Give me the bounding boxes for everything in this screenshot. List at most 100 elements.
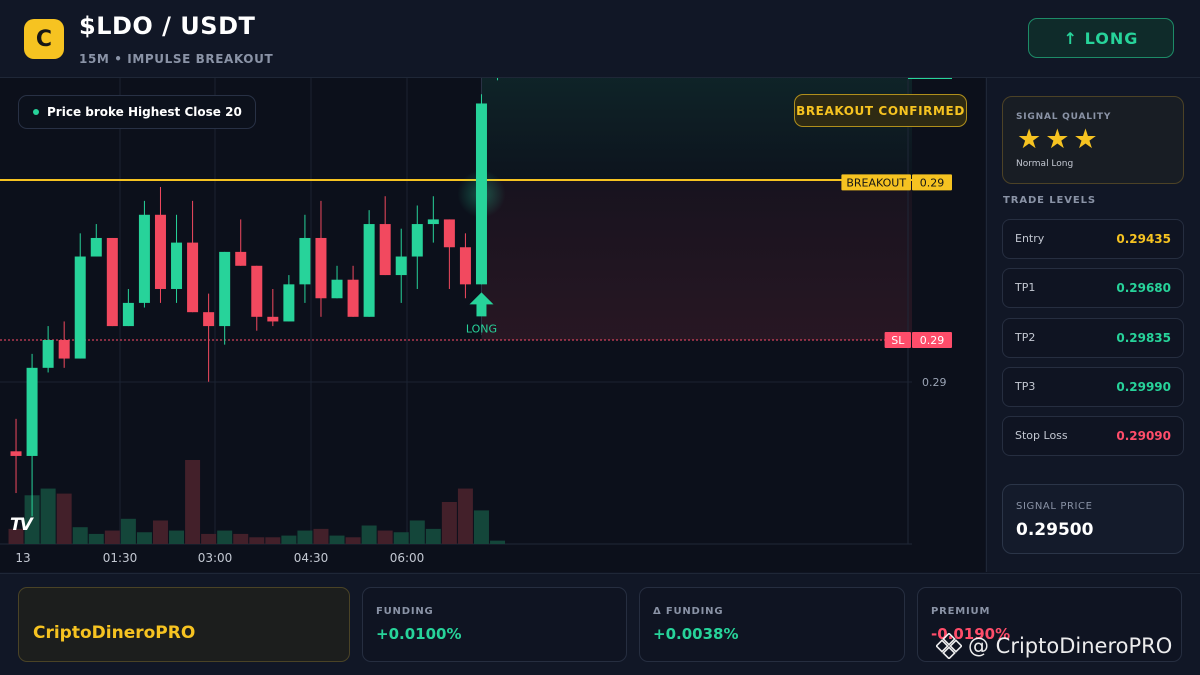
volume-bar: [377, 530, 393, 544]
candle-body: [395, 256, 407, 276]
watermark-text: @ CriptoDineroPRO: [968, 634, 1173, 658]
pair-title: $LDO / USDT: [79, 12, 256, 40]
risk-zone: [481, 180, 912, 340]
signal-quality-subtitle: Normal Long: [1016, 159, 1074, 169]
candle-body: [251, 265, 263, 317]
coin-logo: C: [24, 19, 64, 59]
volume-bar: [152, 520, 168, 544]
level-label: TP1: [1015, 281, 1036, 294]
level-row-tp3: TP3 0.29990: [1002, 367, 1184, 407]
volume-bar: [393, 532, 409, 544]
level-row-tp2: TP2 0.29835: [1002, 318, 1184, 358]
candle-body: [106, 237, 118, 327]
volume-bar: [361, 525, 377, 544]
level-label: TP3: [1015, 380, 1036, 393]
brand-name: CriptoDineroPRO: [33, 623, 196, 643]
candle-body: [267, 316, 279, 322]
candle-body: [90, 237, 102, 257]
volume-bar: [265, 537, 281, 544]
volume-bar: [345, 537, 361, 544]
brand-card: CriptoDineroPRO: [18, 587, 350, 662]
stat-label: FUNDING: [376, 606, 434, 617]
level-value: 0.29835: [1116, 331, 1171, 345]
candle-body: [283, 284, 295, 322]
candle-body: [138, 214, 150, 303]
candle-body: [411, 224, 423, 257]
star-rating-icon: ★★★: [1017, 124, 1102, 155]
header-bar: C $LDO / USDT 15M • IMPULSE BREAKOUT ↑ L…: [0, 0, 1200, 78]
signal-price-value: 0.29500: [1016, 520, 1094, 540]
long-marker-label: LONG: [466, 322, 497, 335]
level-label: Entry: [1015, 232, 1045, 245]
signal-price-label: SIGNAL PRICE: [1016, 501, 1093, 512]
candle-body: [26, 367, 38, 456]
level-value: 0.29680: [1116, 281, 1171, 295]
candle-body: [363, 224, 375, 317]
volume-bar: [136, 532, 152, 544]
breakout-confirmed-badge: BREAKOUT CONFIRMED: [794, 94, 967, 127]
candle-body: [475, 103, 487, 285]
level-value: 0.29435: [1116, 232, 1171, 246]
volume-bar: [473, 510, 489, 544]
signal-quality-label: SIGNAL QUALITY: [1016, 112, 1112, 122]
long-signal-button[interactable]: ↑ LONG: [1028, 18, 1174, 58]
level-value: 0.29090: [1116, 429, 1171, 443]
candle-body: [42, 340, 54, 368]
price-tag-value: 0.29: [920, 176, 945, 189]
volume-bar: [313, 528, 329, 544]
level-label: TP2: [1015, 331, 1036, 344]
volume-bar: [201, 533, 217, 544]
volume-bar: [104, 530, 120, 544]
candle-body: [10, 451, 22, 456]
status-dot-icon: [33, 109, 39, 115]
tradingview-logo[interactable]: TV: [10, 515, 33, 535]
stat-value: +0.0038%: [653, 625, 739, 643]
signal-price-card: SIGNAL PRICE 0.29500: [1002, 484, 1184, 554]
level-row-tp1: TP1 0.29680: [1002, 268, 1184, 308]
volume-bar: [409, 520, 425, 544]
candlestick-chart[interactable]: LONG0.30BREAKOUT0.29SL0.290.291301:3003:…: [0, 78, 985, 572]
price-tag-label: BREAKOUT: [846, 176, 906, 189]
volume-bar: [441, 502, 457, 544]
candle-body: [331, 279, 343, 299]
candle-body: [443, 219, 455, 248]
volume-bar: [185, 460, 201, 544]
volume-bar: [490, 540, 506, 544]
stat-label: Δ FUNDING: [653, 606, 724, 617]
level-row-stop-loss: Stop Loss 0.29090: [1002, 416, 1184, 456]
candle-body: [299, 237, 311, 285]
volume-bar: [249, 537, 265, 544]
x-axis-tick-label: 04:30: [294, 551, 329, 565]
stat-label: PREMIUM: [931, 606, 991, 617]
watermark: @ CriptoDineroPRO: [936, 633, 1172, 659]
trade-levels-title: TRADE LEVELS: [1003, 195, 1097, 206]
volume-bar: [281, 535, 297, 544]
candle-body: [154, 214, 166, 289]
funding-card: FUNDING +0.0100%: [362, 587, 627, 662]
delta-funding-card: Δ FUNDING +0.0038%: [639, 587, 905, 662]
binance-icon: [936, 633, 962, 659]
price-tag-label: SL: [891, 334, 905, 347]
chart-area[interactable]: LONG0.30BREAKOUT0.29SL0.290.291301:3003:…: [0, 78, 985, 572]
x-axis-tick-label: 06:00: [390, 551, 425, 565]
pair-subtitle: 15M • IMPULSE BREAKOUT: [79, 52, 274, 66]
level-value: 0.29990: [1116, 380, 1171, 394]
candle-body: [58, 340, 70, 359]
info-pill: Price broke Highest Close 20: [18, 95, 256, 129]
price-tag-value: 0.29: [920, 334, 945, 347]
candle-body: [219, 251, 231, 327]
candle-body: [459, 247, 471, 285]
signal-quality-card: SIGNAL QUALITY ★★★ Normal Long: [1002, 96, 1184, 184]
volume-bar: [120, 518, 136, 544]
volume-bar: [56, 493, 72, 544]
level-row-entry: Entry 0.29435: [1002, 219, 1184, 259]
volume-bar: [217, 530, 233, 544]
y-axis-tick-label: 0.29: [922, 376, 947, 389]
candle-body: [74, 256, 86, 359]
x-axis-tick-label: 01:30: [103, 551, 138, 565]
x-axis-tick-label: 13: [15, 551, 30, 565]
volume-bar: [233, 533, 249, 544]
volume-bar: [457, 488, 473, 544]
volume-bar: [88, 533, 104, 544]
volume-bar: [297, 530, 313, 544]
